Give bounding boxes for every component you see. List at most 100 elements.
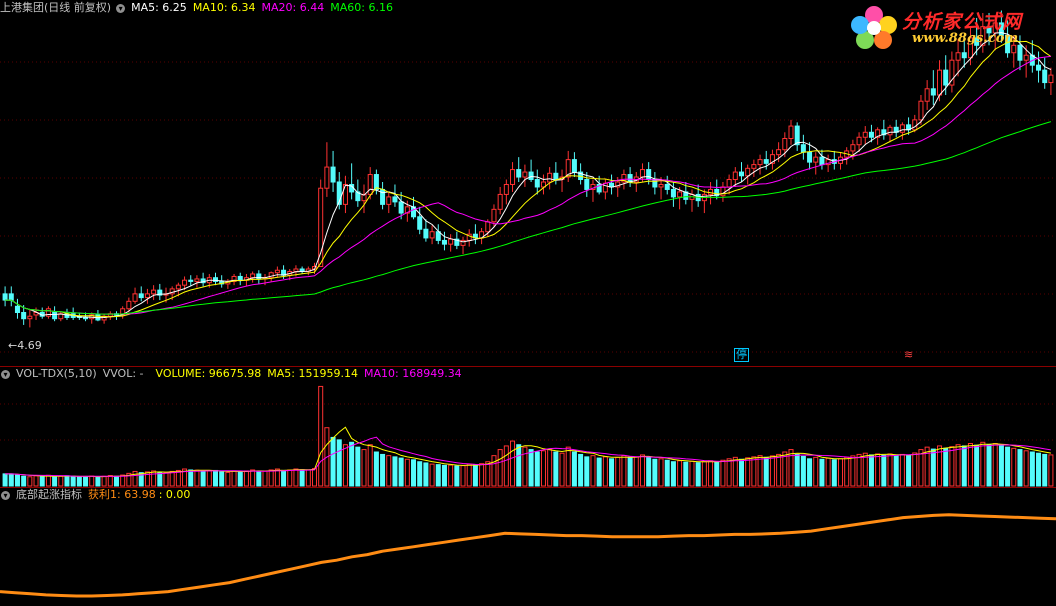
volume-bar: [491, 455, 497, 487]
candle-body: [782, 138, 788, 151]
volume-bar: [930, 448, 936, 487]
volume-chart[interactable]: [0, 366, 1056, 487]
volume-bar: [1023, 450, 1029, 487]
volume-bar: [1036, 452, 1042, 487]
volume-bar: [435, 464, 441, 487]
volume-bar: [609, 458, 615, 487]
price-chart-pane[interactable]: 上港集团(日线 前复权) ▾ MA5: 6.25 MA10: 6.34 MA20: 6.…: [0, 0, 1056, 366]
candle-body: [274, 269, 280, 274]
candle-body: [194, 278, 200, 282]
indicator-header: ▾ 底部起涨指标 获利1: 63.98: 0.00: [0, 487, 196, 503]
volume-bar: [633, 456, 639, 487]
candle-body: [677, 191, 683, 198]
candle-body: [943, 69, 949, 86]
volume-bar: [646, 456, 652, 487]
volume-bar: [89, 475, 95, 487]
settings-circle-icon[interactable]: ▾: [1, 369, 10, 379]
volume-bar: [151, 470, 157, 487]
candle-body: [856, 136, 862, 146]
volume-bar: [794, 453, 800, 487]
candle-body: [237, 275, 243, 281]
volume-pane[interactable]: ▾ VOL-TDX(5,10) VVOL: - VOLUME: 96675.98 MA5…: [0, 366, 1056, 487]
volume-bar: [212, 469, 219, 487]
volume-bar: [658, 458, 664, 487]
volume-bar: [485, 461, 491, 487]
volume-bar: [39, 475, 45, 487]
candle-body: [708, 188, 714, 195]
low-arrow-icon: ←: [8, 339, 18, 352]
volume-bar: [856, 453, 862, 487]
volume-bar: [528, 449, 534, 487]
volume-bar: [912, 452, 918, 487]
volume-bar: [738, 458, 745, 487]
candle-body: [182, 279, 188, 286]
volume-bar: [967, 443, 973, 487]
volume-bar: [448, 464, 454, 487]
volume-bar: [107, 475, 113, 487]
candle-body: [602, 182, 608, 193]
candle-body: [571, 159, 577, 173]
candle-body: [510, 169, 516, 185]
volume-bar: [113, 475, 119, 487]
volume-bar: [906, 454, 912, 487]
volume-bar: [850, 455, 856, 487]
volume-bar: [1005, 446, 1011, 487]
volume-bar: [584, 456, 590, 487]
settings-circle-icon[interactable]: ▾: [1, 490, 10, 500]
candle-body: [8, 293, 14, 301]
profit-line: [0, 513, 1056, 598]
volume-bar: [615, 456, 621, 487]
logo-url: www.88gs.com: [912, 31, 1019, 46]
volume-bar: [194, 469, 200, 487]
candle-body: [800, 144, 806, 153]
candle-body: [807, 151, 813, 163]
volume-bar: [510, 440, 516, 487]
candle-body: [324, 166, 330, 189]
candlestick-chart[interactable]: [0, 0, 1056, 366]
volume-bar: [689, 460, 695, 487]
candle-body: [738, 171, 745, 177]
candle-body: [664, 183, 670, 190]
candle-body: [553, 172, 559, 181]
candle-body: [924, 88, 930, 102]
indicator-chart[interactable]: [0, 487, 1056, 606]
volume-bar: [1029, 451, 1035, 487]
ma20-value: MA20: 6.44: [261, 1, 325, 14]
volume-bar: [497, 449, 503, 487]
volume-bar: [534, 451, 540, 487]
volume-bar: [875, 453, 881, 487]
candle-body: [386, 196, 392, 205]
volume-bar: [423, 462, 429, 487]
volume-bar: [714, 461, 720, 487]
candle-body: [646, 169, 652, 181]
volume-bar: [708, 460, 714, 487]
ma5-value: MA5: 6.25: [131, 1, 187, 14]
volume-bar: [862, 452, 868, 487]
candle-body: [794, 125, 800, 146]
event-mark[interactable]: ≋: [904, 348, 913, 361]
indicator-pane[interactable]: ▾ 底部起涨指标 获利1: 63.98: 0.00: [0, 487, 1056, 606]
volume-bar: [268, 469, 274, 487]
halt-mark[interactable]: 停: [734, 348, 749, 362]
settings-circle-icon[interactable]: ▾: [116, 3, 126, 13]
volume-bar: [837, 458, 844, 487]
volume-bar: [868, 454, 874, 487]
candle-body: [497, 193, 503, 210]
volume-bar: [479, 463, 485, 487]
candle-body: [503, 183, 509, 195]
volume-bar: [293, 468, 299, 487]
volume-bar: [219, 471, 225, 487]
candle-body: [534, 179, 540, 188]
ma20-line: [5, 55, 1051, 315]
volume-bar: [776, 453, 782, 487]
volume-bar: [398, 457, 404, 487]
candle-body: [788, 125, 794, 139]
candle-body: [670, 188, 676, 198]
volume-bar: [701, 461, 707, 487]
volume-bar: [720, 459, 726, 487]
volume-bar: [361, 449, 367, 487]
volume-bar: [949, 446, 955, 487]
candle-body: [813, 156, 819, 163]
volume-bar: [367, 444, 373, 487]
volume-bar: [169, 470, 175, 487]
